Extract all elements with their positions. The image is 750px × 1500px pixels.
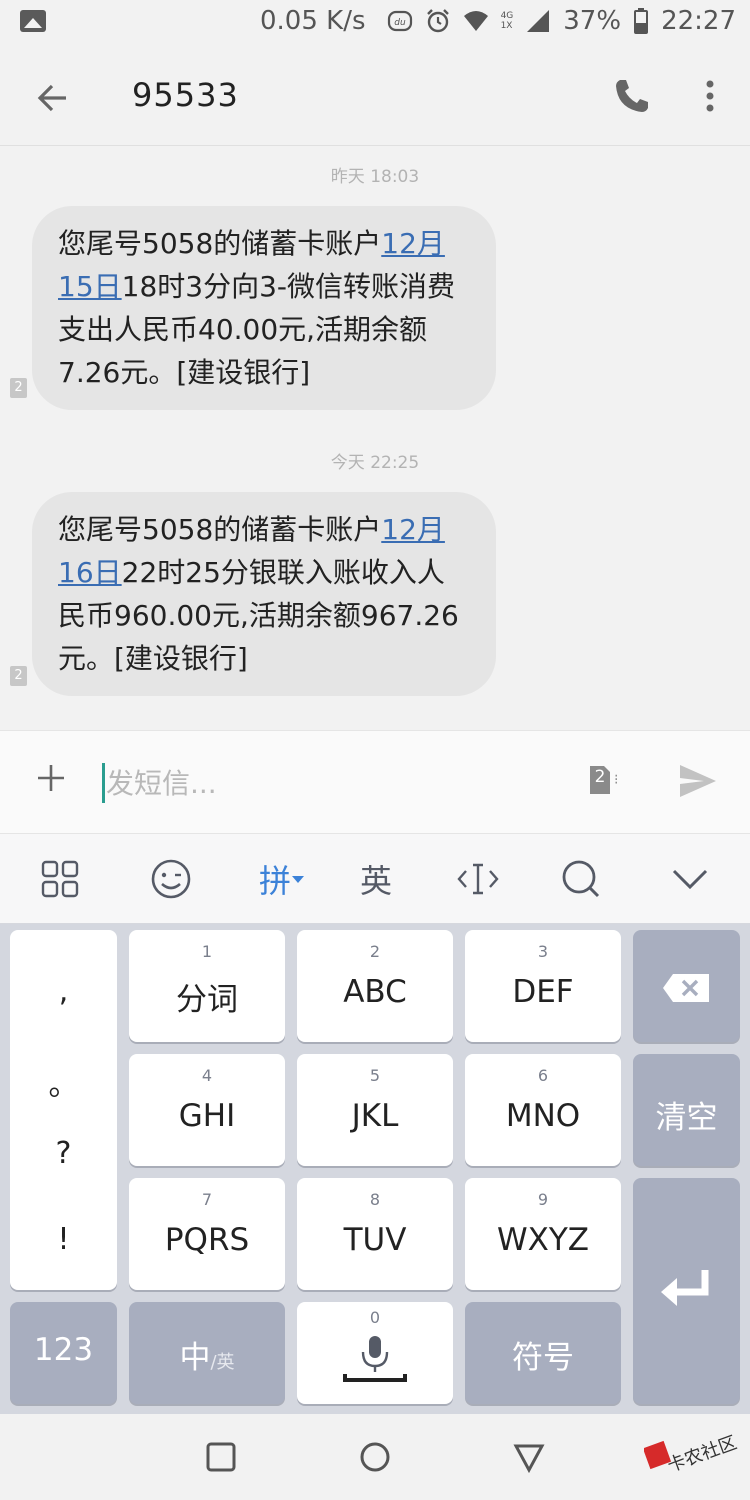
signal-icon [527, 10, 550, 32]
keyboard-toolbar: 拼 英 [0, 834, 750, 924]
sim-number: 2 [594, 767, 606, 787]
english-label: 英 [359, 862, 392, 900]
du-app-icon: du [387, 10, 412, 32]
date-link[interactable]: 15日 [58, 270, 122, 303]
plus-icon[interactable] [36, 763, 66, 793]
key-9[interactable]: 9 WXYZ [465, 1178, 621, 1290]
more-options-icon[interactable] [696, 76, 724, 116]
back-arrow-icon[interactable] [32, 78, 72, 118]
grid-menu-icon[interactable] [40, 856, 80, 902]
lang-main-label: 中 [179, 1340, 211, 1376]
svg-text:卡农社区: 卡农社区 [665, 1432, 740, 1476]
backspace-icon [663, 974, 709, 1002]
message-input[interactable] [106, 759, 566, 807]
question-key[interactable]: ? [10, 1136, 117, 1171]
text-cursor [102, 763, 105, 803]
emoji-icon[interactable] [150, 856, 192, 902]
backspace-key[interactable] [633, 930, 740, 1042]
contact-title: 95533 [132, 76, 239, 114]
compose-bar: 2 ⁝ [0, 730, 750, 834]
phone-icon[interactable] [612, 76, 652, 116]
navigation-bar [0, 1414, 750, 1500]
home-icon[interactable] [358, 1440, 392, 1474]
key-7[interactable]: 7 PQRS [129, 1178, 285, 1290]
enter-key[interactable] [633, 1178, 740, 1404]
watermark-logo: 卡农社区 [642, 1418, 744, 1482]
punctuation-column[interactable]: , 。 ? ! [10, 930, 117, 1290]
pinyin-mode-button[interactable]: 拼 [252, 856, 312, 902]
sim-badge: 2 [10, 378, 27, 398]
lang-sub-label: /英 [210, 1352, 235, 1373]
cursor-move-icon[interactable] [456, 856, 500, 902]
key-5[interactable]: 5 JKL [297, 1054, 453, 1166]
clock: 22:27 [661, 6, 736, 36]
svg-text:du: du [394, 18, 406, 28]
app-bar: 95533 [0, 48, 750, 146]
status-bar: 0.05 K/s du 4G 1X 37% 22:27 [0, 0, 750, 48]
message-timestamp: 今天 22:25 [330, 453, 420, 473]
alarm-icon [426, 9, 449, 33]
send-icon[interactable] [678, 763, 718, 799]
date-link[interactable]: 12月 [381, 227, 445, 260]
key-1[interactable]: 1 分词 [129, 930, 285, 1042]
network-type: 4G 1X [500, 11, 514, 31]
message-text: 您尾号5058的储蓄卡账户 [58, 513, 382, 546]
battery-icon [634, 8, 649, 34]
symbols-key[interactable]: 符号 [465, 1302, 621, 1404]
comma-key[interactable]: , [10, 974, 117, 1009]
hide-keyboard-icon[interactable] [670, 856, 710, 902]
message-bubble[interactable]: 您尾号5058的储蓄卡账户12月 15日18时3分向3-微信转账消费支出人民币40… [32, 206, 496, 410]
recent-apps-icon[interactable] [204, 1440, 238, 1474]
sim-badge: 2 [10, 666, 27, 686]
search-icon[interactable] [560, 856, 602, 902]
english-mode-button[interactable]: 英 [354, 856, 398, 902]
key-3[interactable]: 3 DEF [465, 930, 621, 1042]
period-key[interactable]: 。 [10, 1060, 117, 1104]
sim-swap-icon: ⁝ [614, 772, 619, 788]
status-icons: du 4G 1X 37% 22:27 [387, 6, 736, 36]
back-triangle-icon[interactable] [512, 1440, 546, 1474]
pinyin-label: 拼 [258, 862, 291, 900]
message-text: 您尾号5058的储蓄卡账户 [58, 227, 382, 260]
clear-key[interactable]: 清空 [633, 1054, 740, 1166]
date-link[interactable]: 12月 [381, 513, 445, 546]
network-speed: 0.05 K/s [260, 6, 366, 36]
battery-percent: 37% [563, 6, 622, 36]
space-key[interactable]: 0 [297, 1302, 453, 1404]
language-switch-key[interactable]: 中/英 [129, 1302, 285, 1404]
numbers-key[interactable]: 123 [10, 1302, 117, 1404]
keyboard: , 。 ? ! 1 分词 2 ABC 3 DEF 4 GHI 5 JKL 6 MNO 清空 … [0, 924, 750, 1414]
key-4[interactable]: 4 GHI [129, 1054, 285, 1166]
conversation[interactable]: 昨天 18:03 您尾号5058的储蓄卡账户12月 15日18时3分向3-微信转账… [0, 146, 750, 730]
key-2[interactable]: 2 ABC [297, 930, 453, 1042]
dropdown-caret-icon [292, 876, 304, 883]
date-link[interactable]: 16日 [58, 556, 122, 589]
key-6[interactable]: 6 MNO [465, 1054, 621, 1166]
gallery-notification-icon [20, 10, 46, 32]
message-bubble[interactable]: 您尾号5058的储蓄卡账户12月 16日22时25分银联入账收入人民币960.00… [32, 492, 496, 696]
message-timestamp: 昨天 18:03 [330, 167, 420, 187]
sim-selector[interactable]: 2 ⁝ [588, 763, 620, 797]
exclamation-key[interactable]: ! [10, 1222, 117, 1257]
enter-icon [661, 1270, 709, 1306]
key-8[interactable]: 8 TUV [297, 1178, 453, 1290]
microphone-icon [343, 1336, 407, 1382]
wifi-icon [463, 11, 488, 31]
